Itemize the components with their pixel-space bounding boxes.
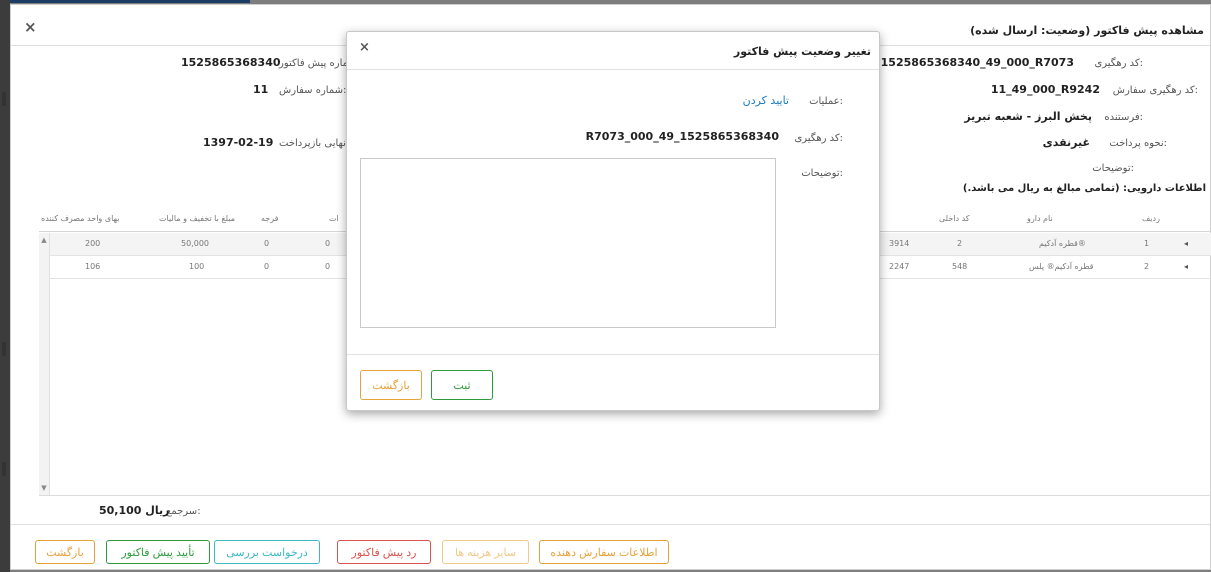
- operation-label: عملیات:: [809, 96, 843, 107]
- modal-back-button[interactable]: بازگشت: [360, 370, 422, 400]
- tracking-label: کد رهگیری:: [794, 133, 843, 144]
- operation-value: تایید کردن: [742, 94, 789, 107]
- description-label: توضیحات:: [801, 168, 843, 179]
- description-field[interactable]: [360, 158, 776, 328]
- modal-title: تغییر وضعیت پیش فاکتور: [733, 45, 871, 58]
- close-icon[interactable]: ×: [359, 40, 370, 55]
- modal-footer-divider: [347, 354, 879, 355]
- status-change-modal: × تغییر وضعیت پیش فاکتور عملیات: تایید ک…: [346, 31, 880, 411]
- modal-divider: [347, 69, 879, 70]
- tracking-value: R7073_000_49_1525865368340: [585, 130, 779, 143]
- submit-button[interactable]: ثبت: [431, 370, 493, 400]
